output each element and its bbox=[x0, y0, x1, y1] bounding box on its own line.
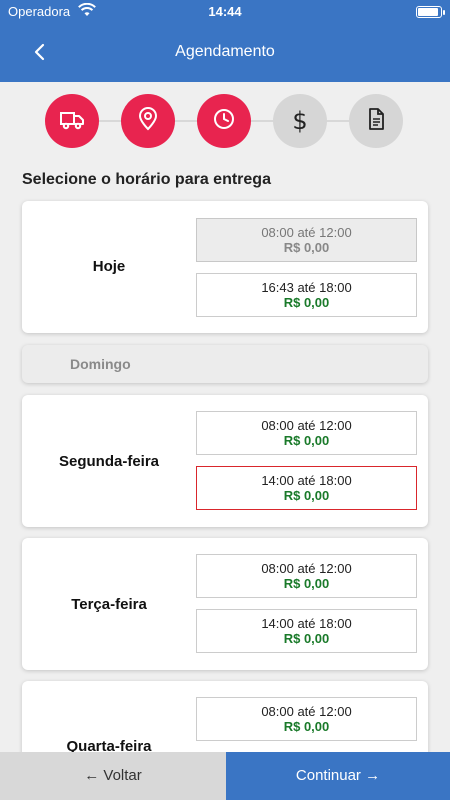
time-slot[interactable]: 08:00 até 12:00 R$ 0,00 bbox=[196, 697, 417, 741]
back-button[interactable]: ← Voltar bbox=[0, 752, 226, 800]
dollar-icon: $ bbox=[292, 107, 308, 135]
day-card-domingo: Domingo bbox=[22, 345, 428, 383]
step-address[interactable] bbox=[121, 94, 175, 148]
slot-time: 16:43 até 18:00 bbox=[261, 280, 352, 295]
day-card-hoje: Hoje 08:00 até 12:00 R$ 0,00 16:43 até 1… bbox=[22, 201, 428, 333]
slot-price: R$ 0,00 bbox=[283, 719, 330, 734]
clock-time: 14:44 bbox=[208, 4, 242, 19]
time-slot[interactable]: 08:00 até 12:00 R$ 0,00 bbox=[196, 554, 417, 598]
slot-time: 08:00 até 12:00 bbox=[261, 561, 352, 576]
day-label: Segunda-feira bbox=[58, 453, 160, 470]
slot-time: 08:00 até 12:00 bbox=[261, 704, 352, 719]
step-delivery[interactable] bbox=[45, 94, 99, 148]
time-slot[interactable]: 08:00 até 12:00 R$ 0,00 bbox=[196, 411, 417, 455]
progress-stepper: $ bbox=[0, 82, 450, 162]
time-slot[interactable]: 16:43 até 18:00 R$ 0,00 bbox=[196, 273, 417, 317]
time-slot[interactable]: 14:00 até 18:00 R$ 0,00 bbox=[196, 609, 417, 653]
continue-button[interactable]: Continuar → bbox=[226, 752, 450, 800]
day-label: Hoje bbox=[92, 258, 126, 275]
slot-time: 14:00 até 18:00 bbox=[261, 473, 352, 488]
slot-time: 08:00 até 12:00 bbox=[261, 225, 352, 240]
footer-bar: ← Voltar Continuar → bbox=[0, 752, 450, 800]
slot-price: R$ 0,00 bbox=[283, 576, 330, 591]
slot-price: R$ 0,00 bbox=[283, 240, 330, 255]
slot-time: 14:00 até 18:00 bbox=[261, 616, 352, 631]
time-slot-selected[interactable]: 14:00 até 18:00 R$ 0,00 bbox=[196, 466, 417, 510]
truck-icon bbox=[59, 106, 85, 137]
time-slot[interactable]: 08:00 até 12:00 R$ 0,00 bbox=[196, 218, 417, 262]
battery-icon bbox=[416, 6, 445, 18]
document-icon bbox=[363, 106, 389, 137]
day-label: Domingo bbox=[70, 356, 131, 372]
page-title: Agendamento bbox=[175, 43, 275, 60]
slot-price: R$ 0,00 bbox=[283, 295, 330, 310]
slot-price: R$ 0,00 bbox=[283, 433, 330, 448]
day-card-terca: Terça-feira 08:00 até 12:00 R$ 0,00 14:0… bbox=[22, 538, 428, 670]
section-heading: Selecione o horário para entrega bbox=[22, 171, 271, 188]
slot-price: R$ 0,00 bbox=[283, 631, 330, 646]
clock-icon bbox=[211, 106, 237, 137]
slot-time: 08:00 até 12:00 bbox=[261, 418, 352, 433]
day-card-segunda: Segunda-feira 08:00 até 12:00 R$ 0,00 14… bbox=[22, 395, 428, 527]
step-payment[interactable]: $ bbox=[273, 94, 327, 148]
slot-price: R$ 0,00 bbox=[283, 488, 330, 503]
day-label: Terça-feira bbox=[71, 596, 147, 613]
app-header: Agendamento bbox=[0, 24, 450, 82]
step-schedule[interactable] bbox=[197, 94, 251, 148]
step-review[interactable] bbox=[349, 94, 403, 148]
status-bar: Operadora 14:44 bbox=[0, 0, 450, 24]
location-pin-icon bbox=[135, 106, 161, 137]
